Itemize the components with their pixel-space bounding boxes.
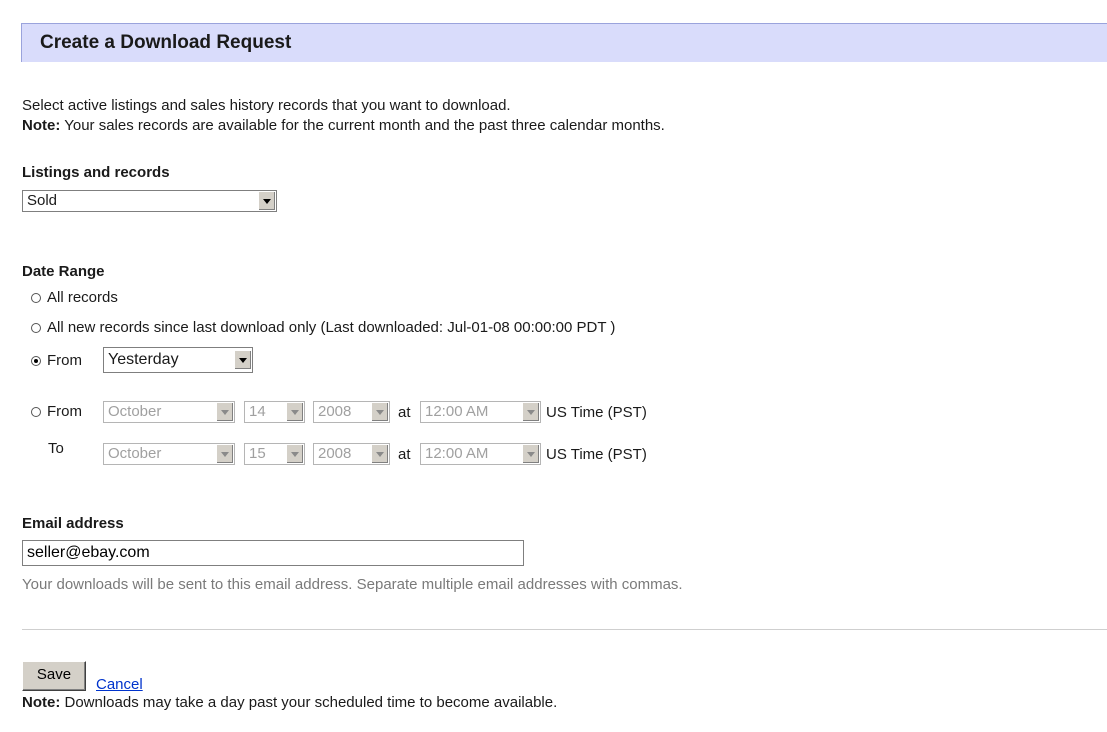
from-preset-value: Yesterday	[108, 351, 179, 368]
chevron-down-icon	[216, 445, 233, 463]
footer-note-label: Note:	[22, 694, 61, 711]
from-month-select[interactable]: October	[103, 401, 235, 423]
radio-custom-range-label: From	[47, 403, 82, 420]
radio-from-preset[interactable]	[31, 356, 41, 366]
from-time-value: 12:00 AM	[425, 403, 489, 420]
radio-custom-range[interactable]	[31, 407, 41, 417]
to-label: To	[48, 440, 64, 457]
listings-label: Listings and records	[22, 164, 170, 181]
page-header: Create a Download Request	[21, 23, 1107, 62]
intro-line: Select active listings and sales history…	[22, 97, 511, 114]
cancel-link[interactable]: Cancel	[96, 676, 143, 693]
from-day-value: 14	[249, 403, 266, 420]
note-text: Your sales records are available for the…	[60, 117, 665, 134]
from-month-value: October	[108, 403, 162, 420]
radio-new-records[interactable]	[31, 323, 41, 333]
to-day-value: 15	[249, 445, 266, 462]
from-at-label: at	[398, 404, 411, 421]
page-title: Create a Download Request	[40, 32, 292, 53]
to-month-select[interactable]: October	[103, 443, 235, 465]
to-timezone-label: US Time (PST)	[546, 446, 647, 463]
from-timezone-label: US Time (PST)	[546, 404, 647, 421]
note-label: Note:	[22, 117, 61, 134]
divider	[22, 629, 1107, 630]
radio-all-records[interactable]	[31, 293, 41, 303]
from-time-select[interactable]: 12:00 AM	[420, 401, 541, 423]
save-button[interactable]: Save	[22, 661, 86, 691]
listings-select[interactable]: Sold	[22, 190, 277, 212]
chevron-down-icon	[258, 192, 275, 210]
from-year-select[interactable]: 2008	[313, 401, 390, 423]
chevron-down-icon	[216, 403, 233, 421]
chevron-down-icon	[522, 445, 539, 463]
chevron-down-icon	[286, 445, 303, 463]
from-day-select[interactable]: 14	[244, 401, 305, 423]
intro-note: Note: Your sales records are available f…	[22, 116, 665, 136]
chevron-down-icon	[371, 403, 388, 421]
footer-note-text: Downloads may take a day past your sched…	[60, 694, 558, 711]
to-month-value: October	[108, 445, 162, 462]
email-field[interactable]	[22, 540, 524, 566]
chevron-down-icon	[234, 351, 251, 369]
to-at-label: at	[398, 446, 411, 463]
to-year-select[interactable]: 2008	[313, 443, 390, 465]
email-label: Email address	[22, 515, 124, 532]
radio-from-preset-label: From	[47, 352, 82, 369]
email-hint: Your downloads will be sent to this emai…	[22, 576, 683, 593]
chevron-down-icon	[286, 403, 303, 421]
date-range-label: Date Range	[22, 263, 105, 280]
intro-text: Select active listings and sales history…	[22, 96, 665, 136]
listings-select-value: Sold	[27, 192, 58, 209]
to-day-select[interactable]: 15	[244, 443, 305, 465]
radio-new-records-label: All new records since last download only…	[47, 319, 616, 336]
from-preset-select[interactable]: Yesterday	[103, 347, 253, 373]
radio-all-records-label: All records	[47, 289, 118, 306]
from-year-value: 2008	[318, 403, 352, 420]
to-year-value: 2008	[318, 445, 352, 462]
footer-note: Note: Downloads may take a day past your…	[22, 694, 557, 711]
chevron-down-icon	[522, 403, 539, 421]
to-time-value: 12:00 AM	[425, 445, 489, 462]
to-time-select[interactable]: 12:00 AM	[420, 443, 541, 465]
chevron-down-icon	[371, 445, 388, 463]
